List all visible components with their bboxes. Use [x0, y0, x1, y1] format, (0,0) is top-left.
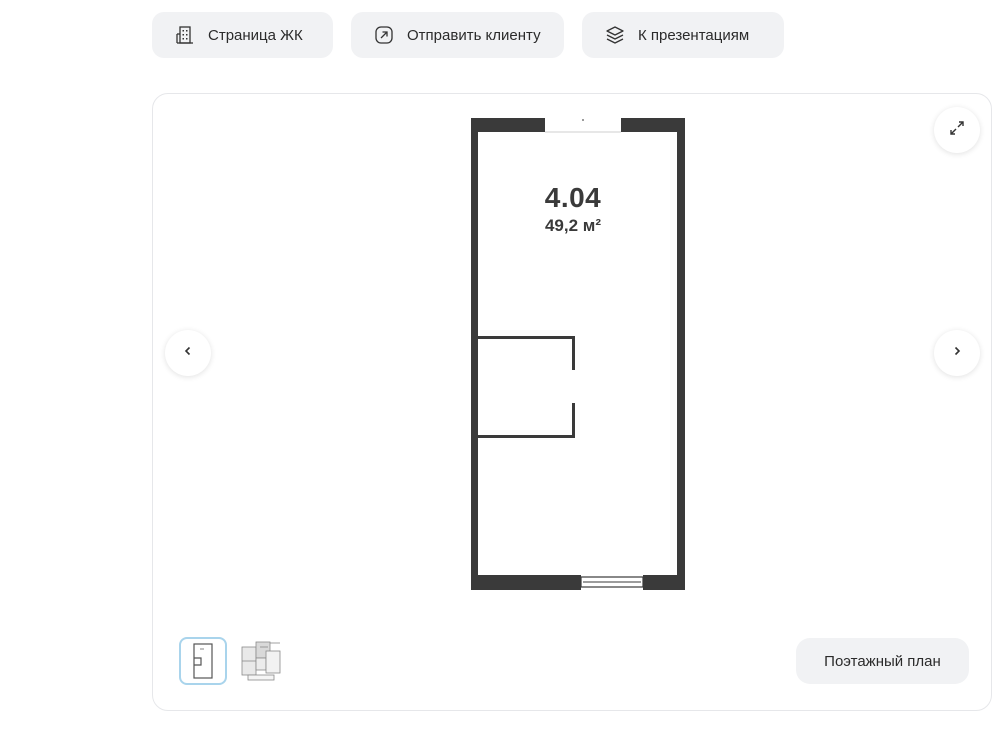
top-toolbar: Страница ЖК Отправить клиенту К презента… — [152, 12, 784, 58]
layers-icon — [604, 24, 626, 46]
send-to-client-button[interactable]: Отправить клиенту — [351, 12, 564, 58]
expand-icon — [948, 119, 966, 142]
plan-viewer-card: 4.04 49,2 м² Поэтажный план — [152, 93, 992, 711]
thumbnail-floor-plan[interactable] — [237, 637, 285, 685]
chevron-right-icon — [951, 344, 963, 362]
complex-page-button[interactable]: Страница ЖК — [152, 12, 333, 58]
apartment-number: 4.04 — [544, 182, 602, 213]
presentations-button[interactable]: К презентациям — [582, 12, 784, 58]
share-arrow-icon — [373, 24, 395, 46]
next-button[interactable] — [934, 330, 980, 376]
apartment-area: 49,2 м² — [544, 216, 602, 235]
complex-page-label: Страница ЖК — [208, 26, 303, 44]
send-to-client-label: Отправить клиенту — [407, 26, 541, 44]
apartment-label: 4.04 49,2 м² — [473, 182, 673, 236]
chevron-left-icon — [182, 344, 194, 362]
thumbnail-apartment-plan[interactable] — [179, 637, 227, 685]
plan-thumbnails — [179, 637, 285, 685]
expand-button[interactable] — [934, 107, 980, 153]
floor-plan-button[interactable]: Поэтажный план — [796, 638, 969, 684]
previous-button[interactable] — [165, 330, 211, 376]
presentations-label: К презентациям — [638, 26, 750, 44]
building-icon — [174, 24, 196, 46]
